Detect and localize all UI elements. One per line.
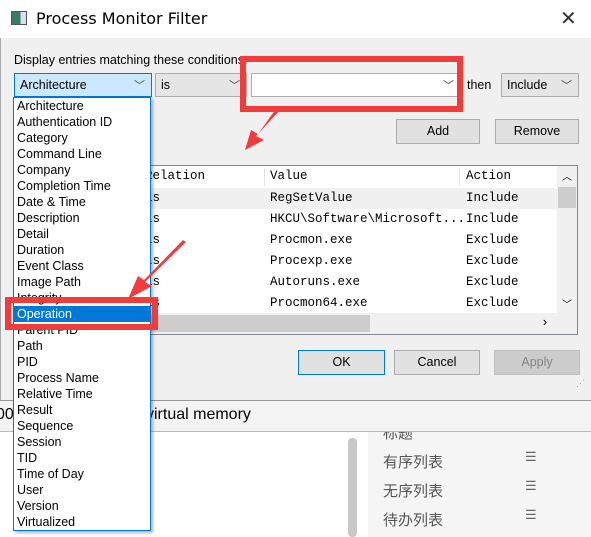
- arrow-icon: [245, 106, 282, 150]
- annotation-arrows: [128, 106, 282, 299]
- arrow-icon: [128, 240, 186, 299]
